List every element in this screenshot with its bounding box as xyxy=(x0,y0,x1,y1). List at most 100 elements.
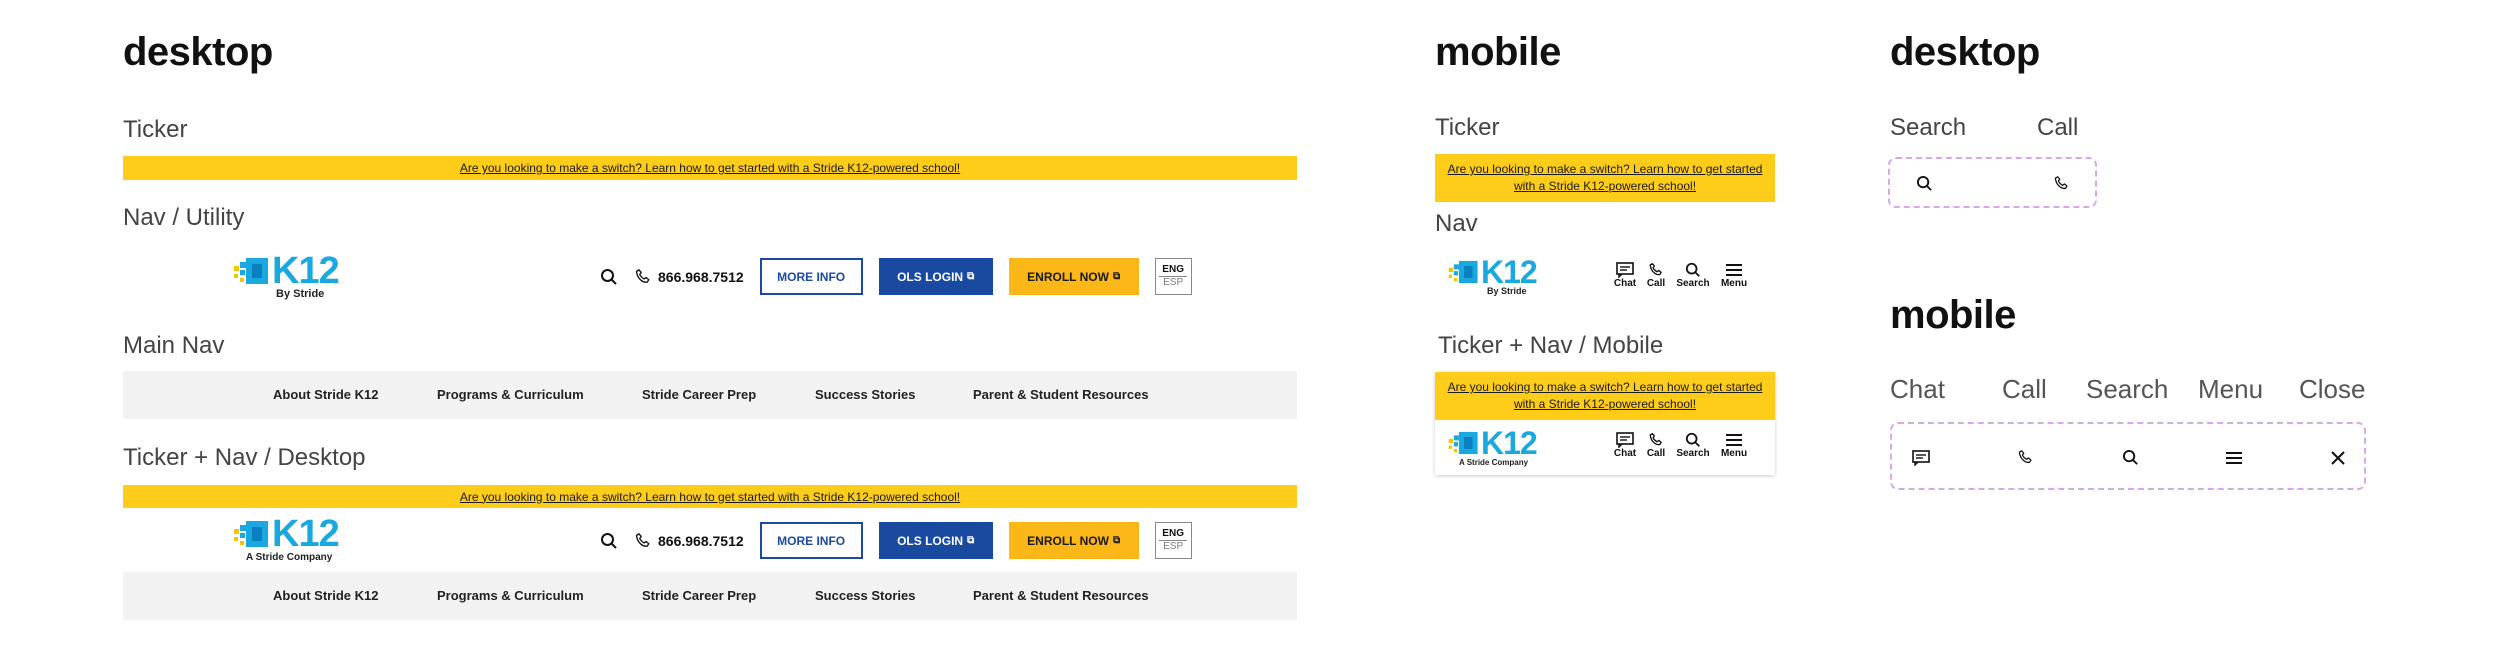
phone-icon[interactable] xyxy=(2017,449,2034,466)
language-toggle[interactable]: ENG ESP xyxy=(1154,258,1192,295)
enroll-now-button[interactable]: ENROLL NOW ⧉ xyxy=(1008,258,1139,295)
label-call-mobile: Call xyxy=(2002,374,2047,404)
lang-eng[interactable]: ENG xyxy=(1162,528,1184,540)
ticker-link-line2[interactable]: with a Stride K12-powered school! xyxy=(1514,396,1696,413)
lang-eng[interactable]: ENG xyxy=(1162,264,1184,276)
chat-label: Chat xyxy=(1613,278,1637,289)
label-ticker: Ticker xyxy=(123,116,188,143)
label-ticker-mobile: Ticker xyxy=(1435,114,1500,141)
search-icon xyxy=(1685,432,1700,447)
label-ticker-nav-desktop: Ticker + Nav / Desktop xyxy=(123,444,366,471)
mobile-chat[interactable]: Chat xyxy=(1610,432,1640,459)
main-nav-item[interactable]: Success Stories xyxy=(815,588,915,603)
search-icon[interactable] xyxy=(1916,175,1933,192)
mobile-chat[interactable]: Chat xyxy=(1610,262,1640,289)
ticker-bar-desktop-2[interactable]: Are you looking to make a switch? Learn … xyxy=(123,485,1297,508)
label-nav-utility: Nav / Utility xyxy=(123,204,245,231)
ticker-bar-mobile[interactable]: Are you looking to make a switch? Learn … xyxy=(1435,154,1775,202)
label-chat: Chat xyxy=(1890,374,1945,404)
main-nav-item[interactable]: About Stride K12 xyxy=(273,387,378,402)
k12-logo[interactable]: K12 A Stride Company xyxy=(232,515,340,563)
mobile-icon-frame xyxy=(1890,422,2366,490)
lang-esp[interactable]: ESP xyxy=(1159,540,1188,553)
logo-text: K12 xyxy=(1481,254,1538,290)
chat-icon xyxy=(1616,432,1634,448)
logo-subtitle: A Stride Company xyxy=(1459,458,1529,467)
heading-mobile-icons: mobile xyxy=(1890,293,2016,337)
lang-esp[interactable]: ESP xyxy=(1159,276,1188,289)
ticker-nav-mobile-panel: Are you looking to make a switch? Learn … xyxy=(1435,372,1775,475)
external-link-icon: ⧉ xyxy=(1112,271,1121,282)
main-nav: About Stride K12 Programs & Curriculum S… xyxy=(123,371,1297,419)
desktop-icon-frame xyxy=(1888,157,2097,208)
more-info-button[interactable]: MORE INFO xyxy=(759,258,863,295)
phone-number[interactable]: 866.968.7512 xyxy=(658,533,744,549)
ols-login-label: OLS LOGIN xyxy=(897,269,964,284)
logo-text: K12 xyxy=(1481,425,1538,461)
phone-icon[interactable] xyxy=(2053,175,2070,192)
enroll-now-label: ENROLL NOW xyxy=(1027,269,1109,284)
external-link-icon: ⧉ xyxy=(1112,535,1121,546)
k12-logo-mobile[interactable]: K12 By Stride xyxy=(1447,254,1538,296)
main-nav: About Stride K12 Programs & Curriculum S… xyxy=(123,572,1297,620)
search-label: Search xyxy=(1676,448,1710,459)
language-toggle[interactable]: ENG ESP xyxy=(1154,522,1192,559)
label-search-mobile: Search xyxy=(2086,374,2169,404)
chat-icon xyxy=(1616,262,1634,278)
mobile-call[interactable]: Call xyxy=(1640,262,1672,289)
k12-logo-icon xyxy=(1448,260,1478,284)
ticker-link-line1[interactable]: Are you looking to make a switch? Learn … xyxy=(1448,161,1763,178)
logo-subtitle: A Stride Company xyxy=(246,552,333,563)
main-nav-item[interactable]: Programs & Curriculum xyxy=(437,588,584,603)
mobile-menu[interactable]: Menu xyxy=(1714,262,1754,289)
search-label: Search xyxy=(1676,278,1710,289)
search-icon[interactable] xyxy=(2122,449,2139,466)
ols-login-button[interactable]: OLS LOGIN ⧉ xyxy=(878,522,993,559)
mobile-nav-icons: Chat Call Search Menu xyxy=(1610,432,1754,459)
mobile-call[interactable]: Call xyxy=(1640,432,1672,459)
ticker-link-line2[interactable]: with a Stride K12-powered school! xyxy=(1514,178,1696,195)
ticker-link[interactable]: Are you looking to make a switch? Learn … xyxy=(460,490,960,504)
external-link-icon: ⧉ xyxy=(967,271,975,282)
phone-number[interactable]: 866.968.7512 xyxy=(658,269,744,285)
search-icon[interactable] xyxy=(600,268,618,286)
heading-desktop: desktop xyxy=(123,30,273,74)
mobile-search[interactable]: Search xyxy=(1672,262,1714,289)
search-icon[interactable] xyxy=(600,532,618,550)
main-nav-item[interactable]: Parent & Student Resources xyxy=(973,387,1149,402)
phone-icon[interactable] xyxy=(634,532,652,550)
menu-label: Menu xyxy=(1720,278,1748,289)
k12-logo-mobile[interactable]: K12 A Stride Company xyxy=(1447,425,1538,467)
main-nav-item[interactable]: Stride Career Prep xyxy=(642,387,756,402)
main-nav-item[interactable]: Parent & Student Resources xyxy=(973,588,1149,603)
ticker-link[interactable]: Are you looking to make a switch? Learn … xyxy=(460,161,960,175)
search-icon xyxy=(1685,262,1700,277)
main-nav-item[interactable]: About Stride K12 xyxy=(273,588,378,603)
main-nav-item[interactable]: Programs & Curriculum xyxy=(437,387,584,402)
mobile-nav-icons: Chat Call Search Menu xyxy=(1610,262,1754,289)
close-icon[interactable] xyxy=(2330,450,2346,466)
k12-logo[interactable]: K12 By Stride xyxy=(232,252,340,300)
label-nav-mobile: Nav xyxy=(1435,210,1478,237)
hamburger-icon[interactable] xyxy=(2225,450,2243,466)
main-nav-item[interactable]: Stride Career Prep xyxy=(642,588,756,603)
call-label: Call xyxy=(1646,278,1666,289)
ols-login-button[interactable]: OLS LOGIN ⧉ xyxy=(878,258,993,295)
k12-logo-icon xyxy=(234,258,268,284)
chat-icon[interactable] xyxy=(1912,450,1930,466)
mobile-menu[interactable]: Menu xyxy=(1714,432,1754,459)
phone-icon[interactable] xyxy=(634,268,652,286)
more-info-button[interactable]: MORE INFO xyxy=(759,522,863,559)
ticker-bar-desktop[interactable]: Are you looking to make a switch? Learn … xyxy=(123,156,1297,180)
phone-icon xyxy=(1649,433,1662,446)
enroll-now-button[interactable]: ENROLL NOW ⧉ xyxy=(1008,522,1139,559)
heading-desktop-icons: desktop xyxy=(1890,30,2040,74)
label-call: Call xyxy=(2037,114,2079,141)
main-nav-item[interactable]: Success Stories xyxy=(815,387,915,402)
utility-nav: 866.968.7512 MORE INFO OLS LOGIN ⧉ ENROLL… xyxy=(600,522,1192,559)
ticker-link-line1[interactable]: Are you looking to make a switch? Learn … xyxy=(1448,379,1763,396)
mobile-search[interactable]: Search xyxy=(1672,432,1714,459)
label-ticker-nav-mobile: Ticker + Nav / Mobile xyxy=(1438,332,1664,359)
ticker-bar-mobile-2[interactable]: Are you looking to make a switch? Learn … xyxy=(1435,372,1775,420)
menu-label: Menu xyxy=(1720,448,1748,459)
